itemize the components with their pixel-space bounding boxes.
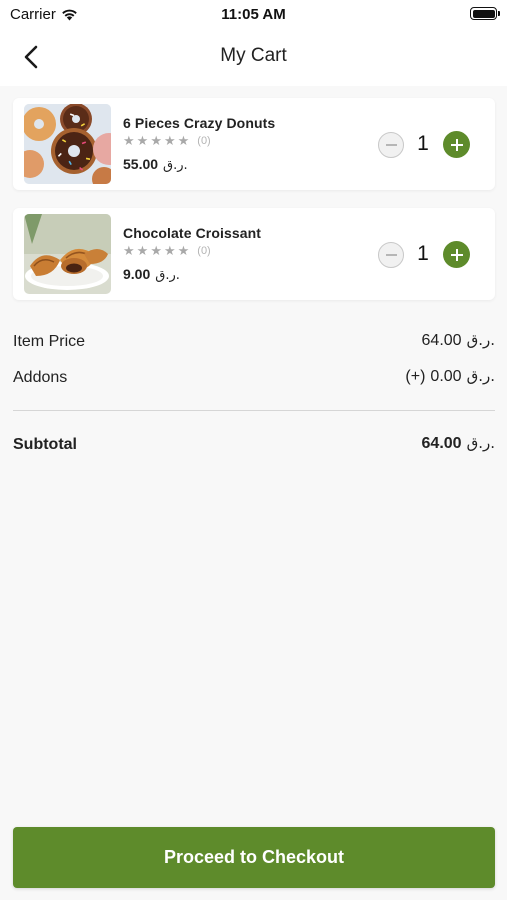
product-image-donuts[interactable] [24,104,111,184]
cart-item[interactable]: Chocolate Croissant ★ ★ ★ ★ ★ (0) 9.00 ر… [13,208,495,300]
star-icon: ★ [150,133,162,148]
item-price-currency: ر.ق. [163,158,188,173]
status-bar: Carrier 11:05 AM [0,0,507,30]
subtotal-row: Subtotal 64.00 ر.ق. [13,433,495,459]
rating-count: (0) [197,245,211,257]
status-time: 11:05 AM [221,6,286,23]
proceed-to-checkout-button[interactable]: Proceed to Checkout [13,827,495,888]
cart-screen: Carrier 11:05 AM My Cart 6 Pieces Crazy … [0,0,507,900]
decrease-quantity-button[interactable] [378,132,404,158]
cart-item[interactable]: 6 Pieces Crazy Donuts ★ ★ ★ ★ ★ (0) 55.0… [13,98,495,190]
increase-quantity-button[interactable] [443,241,470,268]
item-price-label: Item Price [13,333,86,350]
item-rating: ★ ★ ★ ★ ★ (0) [123,134,211,148]
increase-quantity-button[interactable] [443,131,470,158]
subtotal-value: 64.00 [421,435,462,452]
price-summary: Item Price 64.00 ر.ق. Addons (+) 0.00 ر.… [13,330,495,402]
star-icon: ★ [177,243,190,258]
item-price: 9.00 ر.ق. [123,266,180,283]
addons-prefix: (+) [405,368,426,385]
item-rating: ★ ★ ★ ★ ★ (0) [123,244,211,258]
cart-items-list: 6 Pieces Crazy Donuts ★ ★ ★ ★ ★ (0) 55.0… [13,98,495,318]
item-name[interactable]: 6 Pieces Crazy Donuts [123,115,275,131]
rating-count: (0) [197,135,211,147]
product-image-croissant[interactable] [24,214,111,294]
star-icon: ★ [123,133,135,148]
addons-total: (+) 0.00 ر.ق. [405,367,495,386]
addons-currency: ر.ق. [466,367,495,385]
addons-label: Addons [13,369,68,386]
addons-row: Addons (+) 0.00 ر.ق. [13,366,495,402]
subtotal-total: 64.00 ر.ق. [422,434,495,453]
minus-icon [385,144,397,146]
item-price: 55.00 ر.ق. [123,156,188,173]
quantity-value: 1 [417,242,429,265]
star-icon: ★ [136,243,149,258]
subtotal-currency: ر.ق. [466,434,495,452]
addons-value: 0.00 [430,368,462,385]
item-price-row: Item Price 64.00 ر.ق. [13,330,495,366]
item-price-total: 64.00 ر.ق. [422,331,495,350]
decrease-quantity-button[interactable] [378,242,404,268]
item-price-currency: ر.ق. [155,268,180,283]
star-icon: ★ [150,243,162,258]
item-price-value: 9.00 [123,266,151,282]
page-title: My Cart [220,45,287,66]
item-name[interactable]: Chocolate Croissant [123,225,261,241]
star-icon: ★ [163,243,176,258]
summary-divider [13,410,495,411]
star-icon: ★ [163,133,176,148]
star-icon: ★ [123,243,135,258]
item-price-value: 55.00 [123,156,159,172]
star-icon: ★ [177,133,190,148]
item-price-total-value: 64.00 [421,332,462,349]
navigation-bar: My Cart [0,30,507,86]
quantity-value: 1 [417,132,429,155]
minus-icon [385,254,397,256]
battery-icon [470,7,500,20]
item-price-total-currency: ر.ق. [466,331,495,349]
star-icon: ★ [136,133,149,148]
subtotal-label: Subtotal [13,436,77,453]
